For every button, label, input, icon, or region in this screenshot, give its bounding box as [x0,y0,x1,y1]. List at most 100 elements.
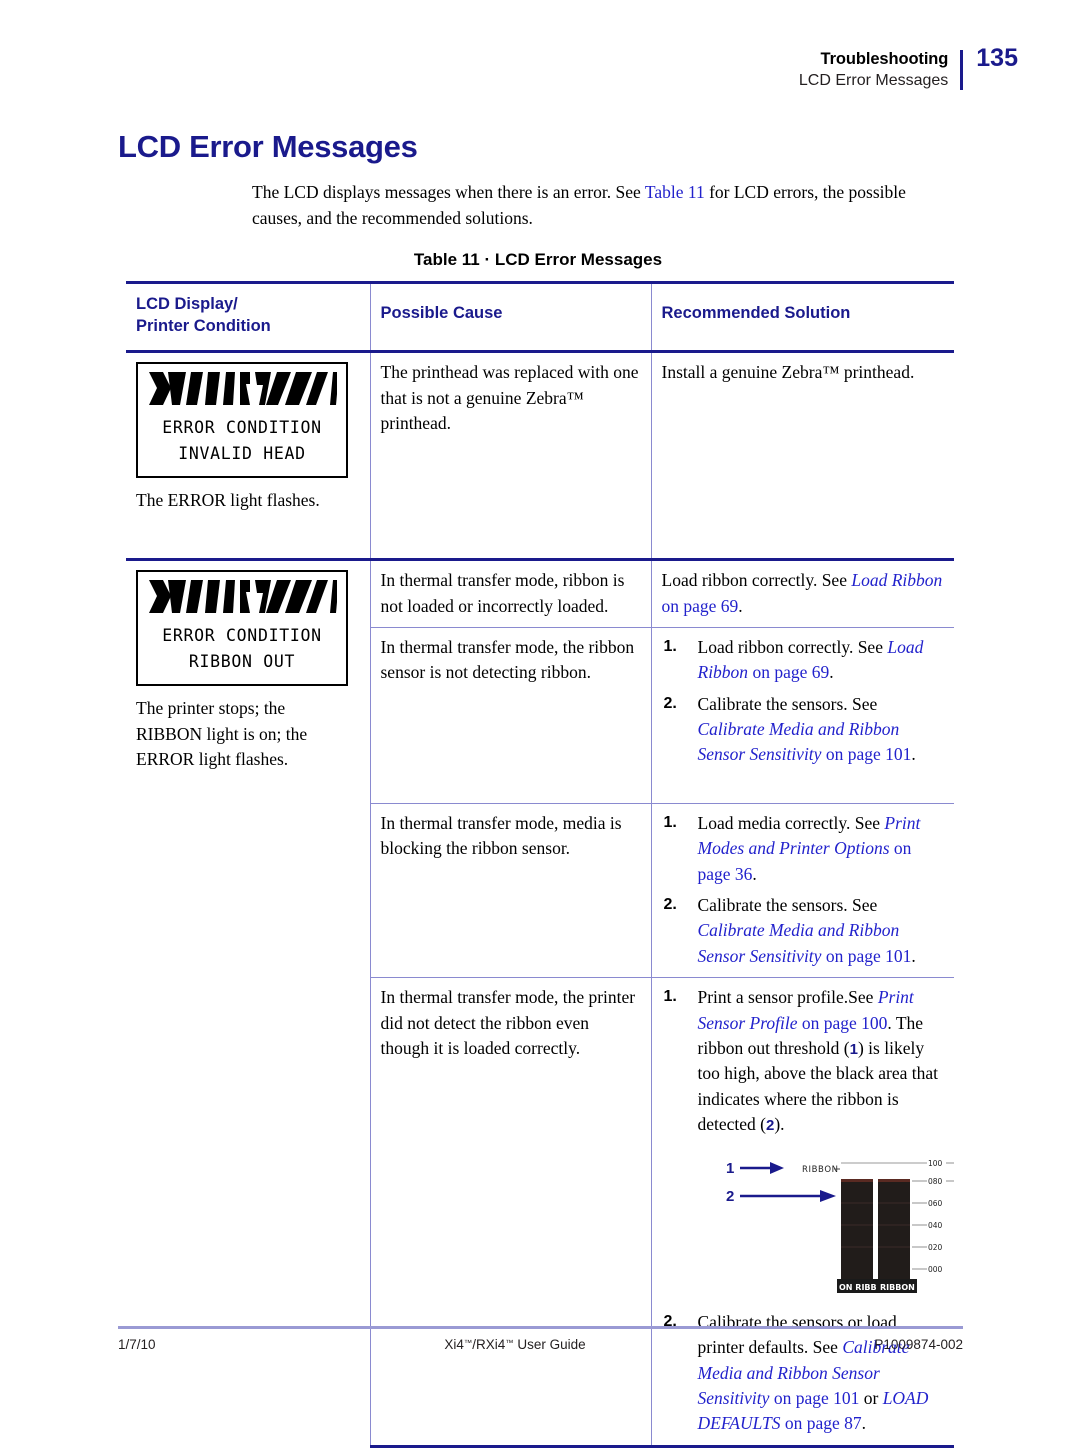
step-number: 1. [663,988,677,1006]
cause-text: In thermal transfer mode, the printer di… [380,987,636,1058]
cause-text: In thermal transfer mode, ribbon is not … [380,570,625,616]
trademark-symbol: ™ [463,1337,473,1348]
solution-text: Install a genuine Zebra™ printhead. [661,362,915,383]
step-text-after: . [752,863,757,884]
step-number: 2. [663,1312,677,1330]
xref-page[interactable]: on page 87 [780,1413,862,1433]
trademark-symbol: ™ [505,1337,514,1348]
step-number: 1. [663,637,677,655]
header-text-block: Troubleshooting LCD Error Messages [799,48,960,92]
table-header-cell-solution: Recommended Solution [650,280,954,354]
header-lcd-display-line2: Printer Condition [136,317,271,336]
step-number: 2. [663,896,677,914]
table-11-link[interactable]: Table 11 [645,182,705,202]
xref-page[interactable]: on page 100 [797,1013,888,1033]
step-text-after: . [911,744,916,765]
cell-solution-not-detected: 1. Print a sensor profile.See Print Senso… [650,977,984,1448]
footer-guide-part2: /RXi4 [472,1337,506,1352]
lcd-text-line1: ERROR CONDITION [162,418,322,438]
zebra-stripe-graphic [147,579,337,615]
intro-paragraph: The LCD displays messages when there is … [252,180,952,232]
callout-reference-1: 1 [849,1040,858,1058]
zebra-stripe-graphic [147,371,337,407]
cell-solution-media-blocking: 1. Load media correctly. See Print Modes … [650,802,954,978]
sensor-profile-figure: 1 2 RIBBON 100 080 060 040 020 000 ON RI… [721,1151,984,1303]
xref-page[interactable]: on page 69 [662,596,739,616]
cause-text: In thermal transfer mode, media is block… [380,812,622,859]
table-row: ERROR CONDITION INVALID HEAD The ERROR l… [126,351,954,560]
step-text-before: Load ribbon correctly. See [697,636,888,657]
cell-cause-ribbon-not-loaded: In thermal transfer mode, ribbon is not … [369,558,652,628]
svg-text:100: 100 [928,1159,943,1168]
svg-text:1: 1 [726,1160,734,1177]
step-text-before: Load media correctly. See [697,812,885,833]
cell-cause-sensor-not-detecting: In thermal transfer mode, the ribbon sen… [369,626,652,804]
list-item: 2. Calibrate the sensors. See Calibrate M… [662,893,945,969]
step-text-after: . [829,662,834,683]
footer-guide-title: Xi4™/RXi4™ User Guide [444,1337,585,1352]
table-header-cell-display: LCD Display/ Printer Condition [126,280,371,354]
svg-text:ON RIBB: ON RIBB [839,1283,877,1292]
xref-page[interactable]: on page 101 [821,946,912,966]
footer-guide-part3: User Guide [513,1337,586,1352]
header-section-title: LCD Error Messages [798,72,949,90]
svg-text:RIBBON: RIBBON [802,1165,839,1175]
footer-date: 1/7/10 [118,1337,156,1352]
step-text-c: ). [774,1114,785,1135]
step-text-before: Print a sensor profile.See [697,987,878,1008]
page-number: 135 [976,44,1018,72]
svg-text:020: 020 [928,1243,943,1252]
lcd-text-line2: INVALID HEAD [178,443,306,463]
svg-text:2: 2 [726,1188,734,1205]
cell-cause-not-detected: In thermal transfer mode, the printer di… [369,977,652,1448]
xref-page[interactable]: on page 69 [748,662,829,682]
cell-solution-sensor-not-detecting: 1. Load ribbon correctly. See Load Ribbon… [650,626,954,804]
footer-guide-part1: Xi4 [444,1337,464,1352]
header-possible-cause-label: Possible Cause [380,304,503,322]
svg-text:000: 000 [928,1265,943,1274]
cause-text: In thermal transfer mode, the ribbon sen… [380,636,635,683]
page-running-header: Troubleshooting LCD Error Messages 135 [799,44,1018,92]
solution-text-before: Load ribbon correctly. See [661,570,852,591]
footer-divider [118,1326,963,1329]
caption-line-3: ERROR light flashes. [136,749,289,770]
list-item: 1. Print a sensor profile.See Print Senso… [662,985,984,1304]
solution-text-after: . [738,595,743,616]
lcd-screen-ribbon-out: ERROR CONDITION RIBBON OUT [136,570,348,687]
lcd-text-line2: RIBBON OUT [188,651,296,671]
solution-steps-list: 1. Load ribbon correctly. See Load Ribbon… [662,635,945,768]
cell-solution-invalid-head: Install a genuine Zebra™ printhead. [650,351,954,560]
xref-page[interactable]: on page 101 [821,744,912,764]
intro-text-before: The LCD displays messages when there is … [252,182,645,202]
step-text-before: Calibrate the sensors. See [697,693,878,714]
header-recommended-solution-label: Recommended Solution [661,304,851,322]
table-row: ERROR CONDITION RIBBON OUT The printer s… [126,558,954,1447]
cell-lcd-display-ribbon-out: ERROR CONDITION RIBBON OUT The printer s… [126,558,371,1447]
solution-steps-list: 1. Print a sensor profile.See Print Senso… [662,985,984,1437]
footer-doc-number: P1009874-002 [874,1337,963,1352]
cell-lcd-display-invalid-head: ERROR CONDITION INVALID HEAD The ERROR l… [126,351,371,560]
table-header-row: LCD Display/ Printer Condition Possible … [126,280,954,354]
lcd-text-line1: ERROR CONDITION [162,626,322,646]
caption-line-1: The printer stops; the [136,698,286,719]
xref-page[interactable]: on page 101 [769,1388,860,1408]
solution-steps-list: 1. Load media correctly. See Print Modes … [662,811,945,969]
svg-text:RIBBON: RIBBON [880,1283,915,1292]
step-text-before: Calibrate the sensors. See [697,895,878,916]
printer-condition-caption: The printer stops; the RIBBON light is o… [136,696,360,772]
lcd-error-messages-table: LCD Display/ Printer Condition Possible … [126,280,984,1448]
list-item: 1. Load ribbon correctly. See Load Ribbon… [662,635,945,686]
lcd-screen-invalid-head: ERROR CONDITION INVALID HEAD [136,362,348,479]
svg-text:040: 040 [928,1221,943,1230]
step-text-after: . [911,945,916,966]
list-item: 1. Load media correctly. See Print Modes … [662,811,945,887]
page-footer: 1/7/10 Xi4™/RXi4™ User Guide P1009874-00… [118,1337,963,1352]
printer-condition-caption: The ERROR light flashes. [136,490,320,511]
xref-load-ribbon[interactable]: Load Ribbon [851,570,942,590]
table-caption: Table 11 · LCD Error Messages [413,250,663,269]
table-header-cell-cause: Possible Cause [369,280,652,354]
step-text-middle: or [859,1387,883,1408]
step-number: 2. [663,694,677,712]
cell-cause-media-blocking: In thermal transfer mode, media is block… [369,802,652,978]
svg-text:080: 080 [928,1177,943,1186]
